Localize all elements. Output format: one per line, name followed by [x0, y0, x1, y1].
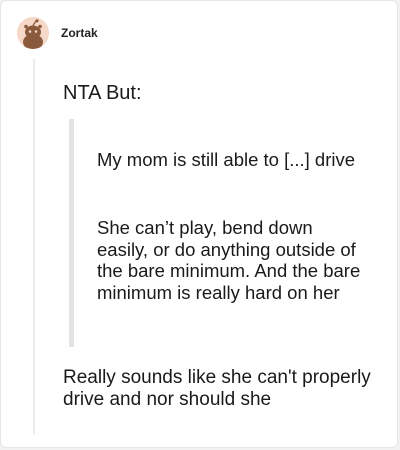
comment-header: Zortak [17, 15, 98, 51]
comment-opening-text: NTA But: [63, 82, 142, 104]
username[interactable]: Zortak [61, 26, 98, 40]
comment-reply-text: Really sounds like she can't properly dr… [63, 367, 371, 410]
thread-line[interactable] [33, 59, 35, 434]
quote-paragraph-1: My mom is still able to [...] drive [97, 149, 356, 170]
quote-paragraph-2: She can’t play, bend down easily, or do … [97, 217, 361, 303]
comment-card: Zortak NTA But: My mom is still able to … [0, 0, 398, 448]
block-quote: My mom is still able to [...] drive She … [69, 119, 369, 347]
snoo-avatar-icon [17, 17, 49, 49]
comment-body: NTA But: My mom is still able to [...] d… [63, 81, 385, 410]
avatar-icon[interactable] [17, 17, 49, 49]
